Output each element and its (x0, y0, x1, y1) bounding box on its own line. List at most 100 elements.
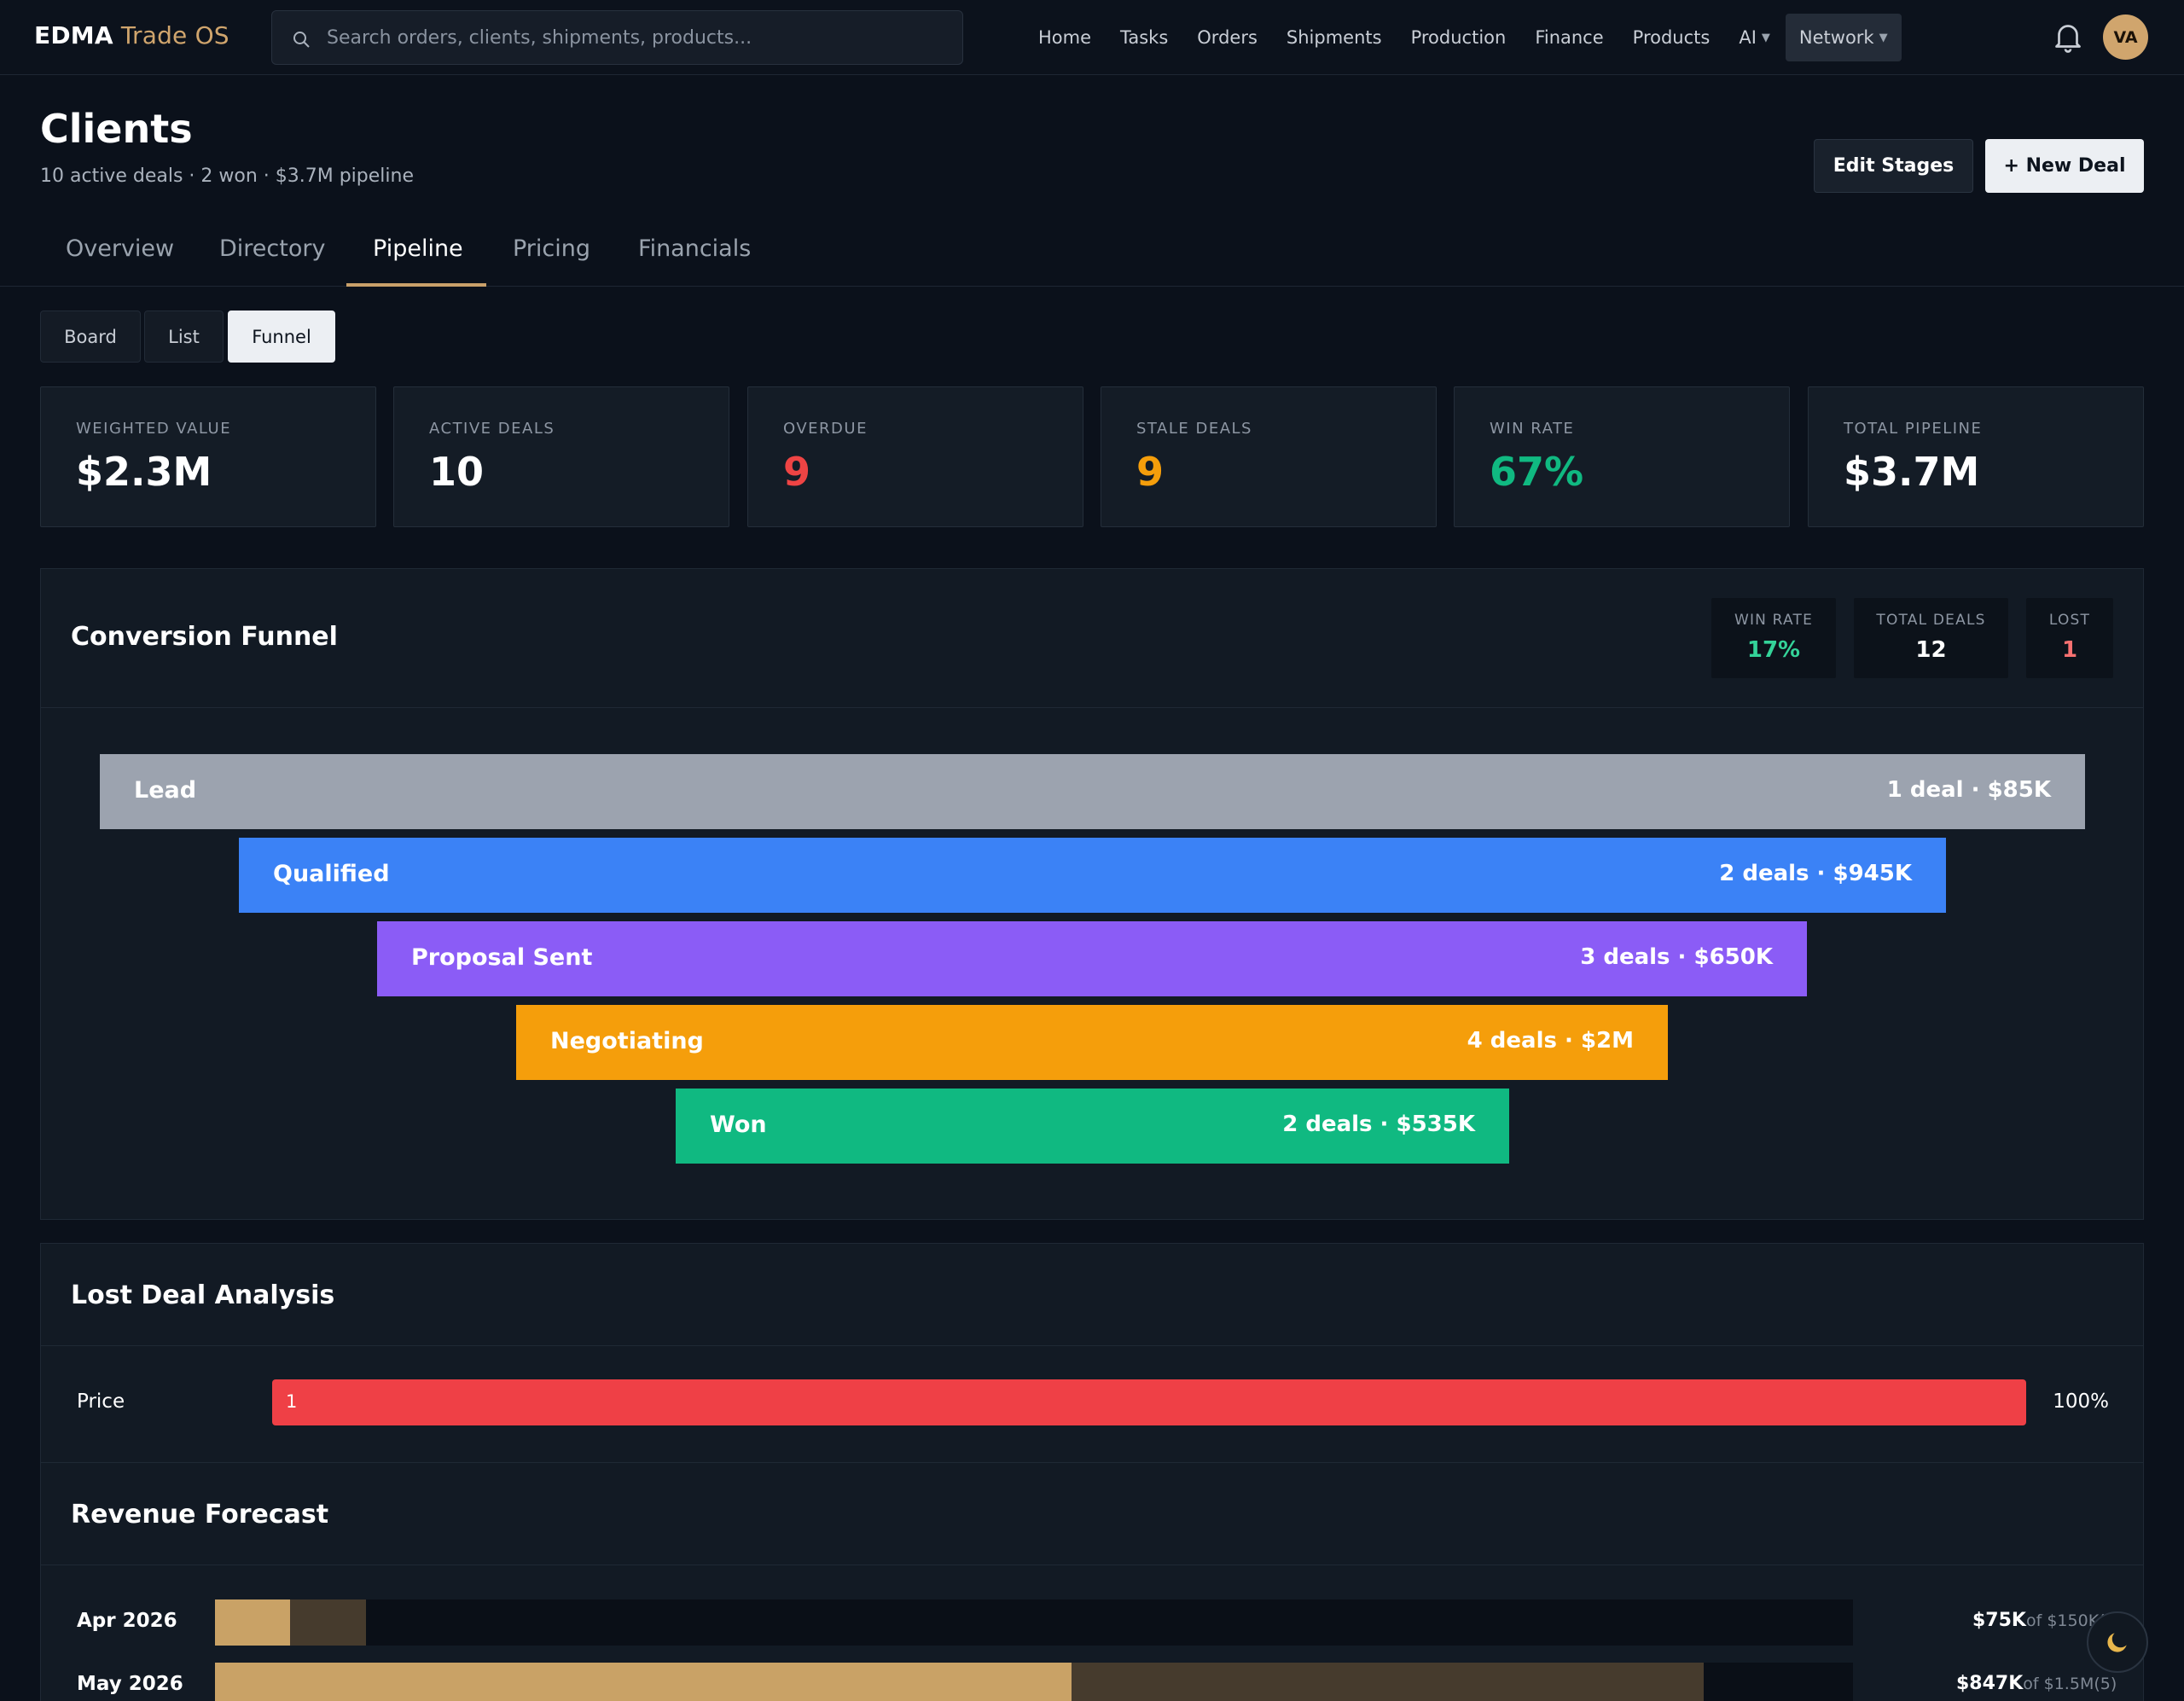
theme-toggle-button[interactable] (2087, 1611, 2148, 1673)
forecast-amount: $847K (1956, 1673, 2024, 1694)
tab-financials[interactable]: Financials (638, 235, 751, 262)
forecast-month-label: May 2026 (77, 1673, 183, 1695)
forecast-weighted-fill (215, 1599, 290, 1646)
funnel-stage-lead[interactable]: Lead 1 deal · $85K (100, 754, 2085, 829)
nav-production[interactable]: Production (1411, 27, 1507, 48)
kpi-value: $2.3M (76, 449, 212, 495)
nav-tasks[interactable]: Tasks (1120, 27, 1168, 48)
stage-meta: 2 deals · $945K (1719, 861, 1912, 886)
kpi-label: ACTIVE DEALS (429, 420, 555, 438)
stage-meta: 3 deals · $650K (1580, 944, 1773, 970)
tab-pricing[interactable]: Pricing (513, 235, 590, 262)
kpi-overdue: OVERDUE 9 (747, 386, 1083, 527)
brand-primary: EDMA (34, 21, 113, 49)
stat-value: 1 (2061, 637, 2078, 663)
funnel-stat-total-deals: TOTAL DEALS 12 (1854, 598, 2008, 678)
stage-name: Qualified (273, 861, 390, 887)
kpi-label: STALE DEALS (1136, 420, 1252, 438)
forecast-value: $847Kof $1.5M(5) (1956, 1673, 2117, 1694)
forecast-of-text: of $1.5M(5) (2023, 1675, 2117, 1693)
kpi-value: 67% (1490, 449, 1584, 495)
revenue-forecast-panel: Revenue Forecast Apr 2026 $75Kof $150K( … (40, 1462, 2144, 1701)
tab-overview[interactable]: Overview (66, 235, 174, 262)
stat-label: LOST (2048, 612, 2091, 629)
funnel-stage-won[interactable]: Won 2 deals · $535K (676, 1089, 1509, 1164)
kpi-weighted-value: WEIGHTED VALUE $2.3M (40, 386, 376, 527)
forecast-weighted-fill (215, 1663, 1072, 1701)
moon-icon (2107, 1633, 2127, 1652)
stat-label: TOTAL DEALS (1876, 612, 1986, 629)
stat-value: 12 (1915, 637, 1947, 663)
kpi-stale-deals: STALE DEALS 9 (1101, 386, 1437, 527)
view-list-button[interactable]: List (144, 311, 224, 363)
nav-products[interactable]: Products (1633, 27, 1711, 48)
funnel-stage-qualified[interactable]: Qualified 2 deals · $945K (239, 838, 1946, 913)
section-tabs: Overview Directory Pipeline Pricing Fina… (0, 218, 2184, 287)
tab-directory[interactable]: Directory (219, 235, 325, 262)
lost-reason-fill: 1 (272, 1379, 2026, 1425)
search-input[interactable] (327, 11, 941, 64)
avatar[interactable]: VA (2103, 15, 2148, 60)
lost-deal-analysis-panel: Lost Deal Analysis Price 1 100% (40, 1243, 2144, 1463)
nav-links: Home Tasks Orders Shipments Production F… (1024, 12, 1916, 63)
nav-network-label: Network (1798, 27, 1874, 48)
view-funnel-button[interactable]: Funnel (228, 311, 335, 363)
edit-stages-button[interactable]: Edit Stages (1814, 139, 1973, 193)
kpi-value: $3.7M (1844, 449, 1980, 495)
kpi-total-pipeline: TOTAL PIPELINE $3.7M (1808, 386, 2144, 527)
kpi-active-deals: ACTIVE DEALS 10 (393, 386, 729, 527)
brand-logo[interactable]: EDMA Trade OS (34, 21, 229, 49)
nav-network-dropdown[interactable]: Network ▼ (1785, 14, 1902, 61)
forecast-title: Revenue Forecast (71, 1500, 329, 1530)
new-deal-button[interactable]: + New Deal (1985, 139, 2144, 193)
nav-orders[interactable]: Orders (1197, 27, 1258, 48)
brand-secondary: Trade OS (120, 21, 229, 49)
chevron-down-icon: ▼ (1879, 31, 1888, 44)
chevron-down-icon: ▼ (1761, 31, 1770, 44)
stage-meta: 1 deal · $85K (1886, 777, 2051, 803)
global-search (271, 10, 963, 65)
forecast-total-fill (1072, 1663, 1704, 1701)
kpi-label: TOTAL PIPELINE (1844, 420, 1983, 438)
nav-home[interactable]: Home (1038, 27, 1091, 48)
tab-pipeline[interactable]: Pipeline (373, 235, 463, 262)
divider (41, 1345, 2143, 1346)
nav-shipments[interactable]: Shipments (1287, 27, 1382, 48)
forecast-value: $75Kof $150K( (1972, 1610, 2106, 1631)
funnel-stage-proposal-sent[interactable]: Proposal Sent 3 deals · $650K (377, 921, 1807, 996)
page-subtitle: 10 active deals · 2 won · $3.7M pipeline (40, 165, 414, 187)
bell-icon[interactable] (2053, 20, 2083, 55)
stage-meta: 2 deals · $535K (1282, 1112, 1475, 1137)
forecast-total-fill (290, 1599, 366, 1646)
stat-value: 17% (1746, 637, 1801, 663)
kpi-label: WIN RATE (1490, 420, 1575, 438)
lost-analysis-title: Lost Deal Analysis (71, 1280, 335, 1310)
nav-finance[interactable]: Finance (1535, 27, 1603, 48)
page-title: Clients (40, 106, 193, 152)
view-board-button[interactable]: Board (40, 311, 141, 363)
lost-reason-bar: 1 (272, 1379, 2026, 1425)
nav-ai-dropdown[interactable]: AI ▼ (1739, 27, 1770, 48)
lost-reason-count: 1 (286, 1391, 298, 1412)
divider (41, 707, 2143, 708)
search-icon (293, 32, 310, 48)
kpi-label: OVERDUE (783, 420, 868, 438)
active-tab-indicator (346, 283, 486, 287)
nav-ai-label: AI (1739, 27, 1757, 48)
funnel-stat-win-rate: WIN RATE 17% (1711, 598, 1836, 678)
kpi-win-rate: WIN RATE 67% (1454, 386, 1790, 527)
kpi-value: 10 (429, 449, 485, 495)
forecast-amount: $75K (1972, 1610, 2026, 1631)
stat-label: WIN RATE (1734, 612, 1814, 629)
stage-name: Lead (134, 777, 197, 804)
funnel-stat-lost: LOST 1 (2026, 598, 2113, 678)
forecast-bar (215, 1663, 1853, 1701)
stage-meta: 4 deals · $2M (1467, 1028, 1634, 1054)
conversion-funnel-panel: Conversion Funnel WIN RATE 17% TOTAL DEA… (40, 568, 2144, 1220)
funnel-stage-negotiating[interactable]: Negotiating 4 deals · $2M (516, 1005, 1668, 1080)
stage-name: Proposal Sent (411, 944, 593, 971)
funnel-title: Conversion Funnel (71, 622, 338, 652)
forecast-month-label: Apr 2026 (77, 1610, 177, 1632)
kpi-value: 9 (783, 449, 811, 495)
stage-name: Negotiating (550, 1028, 704, 1054)
